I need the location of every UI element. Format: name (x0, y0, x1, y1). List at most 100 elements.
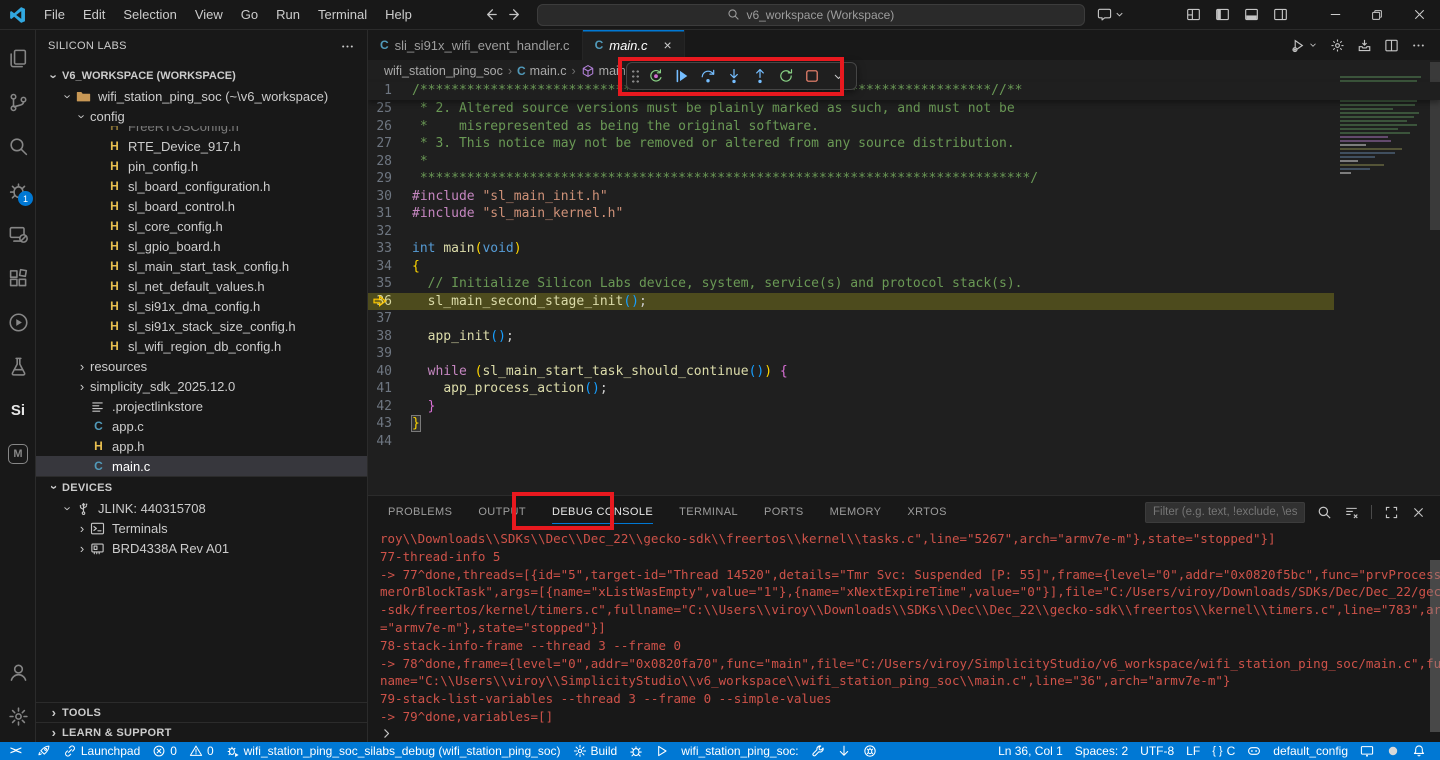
debug-restart-icon[interactable] (774, 64, 798, 88)
tree-item-resources[interactable]: ›resources (36, 356, 367, 376)
split-editor-icon[interactable] (1384, 38, 1399, 53)
panel-scrollbar[interactable] (1430, 560, 1440, 732)
tree-item-sl-si91x-stack-size-config-h[interactable]: Hsl_si91x_stack_size_config.h (36, 316, 367, 336)
breadcrumb-main.c[interactable]: Cmain.c (517, 64, 567, 78)
tree-item-v6-workspace-workspace[interactable]: ›V6_WORKSPACE (WORKSPACE) (36, 66, 367, 86)
command-center-search[interactable]: v6_workspace (Workspace) (537, 4, 1085, 26)
tree-item-pin-config-h[interactable]: Hpin_config.h (36, 156, 367, 176)
panel-search-icon[interactable] (1317, 505, 1332, 520)
tree-item-simplicity-sdk-2025-12-0[interactable]: ›simplicity_sdk_2025.12.0 (36, 376, 367, 396)
toggle-sidebar-icon[interactable] (1215, 7, 1230, 22)
source-control-icon[interactable] (0, 80, 36, 124)
console-prompt-icon[interactable] (380, 727, 393, 740)
screencast-item[interactable] (1354, 742, 1380, 760)
eol[interactable]: LF (1180, 742, 1206, 760)
customize-layout-icon[interactable] (1186, 7, 1201, 22)
tree-item-app-h[interactable]: Happ.h (36, 436, 367, 456)
accounts-icon[interactable] (0, 650, 36, 694)
toggle-panel-icon[interactable] (1244, 7, 1259, 22)
panel-tab-xrtos[interactable]: XRTOS (907, 496, 947, 528)
launchpad-item[interactable]: Launchpad (57, 742, 146, 760)
close-tab-icon[interactable]: × (664, 37, 672, 53)
errors-item[interactable]: 0 (146, 742, 183, 760)
remote-explorer-icon[interactable] (0, 212, 36, 256)
search-icon[interactable] (0, 124, 36, 168)
tree-item-sl-core-config-h[interactable]: Hsl_core_config.h (36, 216, 367, 236)
menu-run[interactable]: Run (267, 7, 309, 22)
silicon-labs-icon[interactable]: Si (0, 388, 36, 432)
sidebar-section-tools[interactable]: ›TOOLS (36, 702, 367, 722)
notifications-bell[interactable] (1406, 742, 1432, 760)
encoding[interactable]: UTF-8 (1134, 742, 1180, 760)
sidebar-more-icon[interactable] (340, 39, 355, 54)
console-filter-input[interactable] (1145, 502, 1305, 523)
tab-sli_si91x_wifi_event_handler.c[interactable]: Csli_si91x_wifi_event_handler.c (368, 30, 583, 60)
debug-config-item[interactable]: wifi_station_ping_soc_silabs_debug (wifi… (220, 742, 567, 760)
menu-edit[interactable]: Edit (74, 7, 114, 22)
menu-terminal[interactable]: Terminal (309, 7, 376, 22)
tree-item-config[interactable]: ›config (36, 106, 367, 126)
panel-tab-debug-console[interactable]: DEBUG CONSOLE (552, 496, 653, 528)
run-circle-icon[interactable] (0, 300, 36, 344)
tree-item-freertosconfig-h[interactable]: HFreeRTOSConfig.h (36, 126, 367, 136)
tree-item-rte-device-917-h[interactable]: HRTE_Device_917.h (36, 136, 367, 156)
toolbar-drag-handle[interactable] (631, 69, 640, 83)
maximize-panel-icon[interactable] (1384, 505, 1399, 520)
tree-item-main-c[interactable]: Cmain.c (36, 456, 367, 476)
window-restore-icon[interactable] (1356, 0, 1398, 29)
config-item[interactable]: default_config (1267, 742, 1354, 760)
debug-reset-icon[interactable] (644, 64, 668, 88)
tree-item-sl-gpio-board-h[interactable]: Hsl_gpio_board.h (36, 236, 367, 256)
remote-indicator[interactable]: >< (0, 742, 31, 760)
breadcrumb-wifi_station_ping_soc[interactable]: wifi_station_ping_soc (384, 64, 503, 78)
nav-back-icon[interactable] (483, 7, 498, 22)
debug-step-over-icon[interactable] (696, 64, 720, 88)
tree-item-app-c[interactable]: Capp.c (36, 416, 367, 436)
tree-item-sl-board-configuration-h[interactable]: Hsl_board_configuration.h (36, 176, 367, 196)
tree-item-sl-si91x-dma-config-h[interactable]: Hsl_si91x_dma_config.h (36, 296, 367, 316)
extensions-icon[interactable] (0, 256, 36, 300)
flash-download-item[interactable] (831, 742, 857, 760)
panel-tab-problems[interactable]: PROBLEMS (388, 496, 452, 528)
status-dot[interactable] (1380, 742, 1406, 760)
language-mode[interactable]: { }C (1206, 742, 1241, 760)
launchpad-rocket-icon[interactable] (31, 742, 57, 760)
run-item[interactable] (649, 742, 675, 760)
window-minimize-icon[interactable] (1314, 0, 1356, 29)
run-debug-icon[interactable]: 1 (0, 168, 36, 212)
menu-view[interactable]: View (186, 7, 232, 22)
debug-stop-icon[interactable] (800, 64, 824, 88)
minimap[interactable] (1340, 76, 1428, 266)
flash-download-icon[interactable] (1357, 38, 1372, 53)
clear-console-icon[interactable] (1344, 505, 1359, 520)
debug-continue-icon[interactable] (670, 64, 694, 88)
run-or-debug-icon[interactable] (1291, 38, 1318, 53)
project-item[interactable]: wifi_station_ping_soc: (675, 742, 804, 760)
debug-step-out-icon[interactable] (748, 64, 772, 88)
tree-item-jlink-440315708[interactable]: ›JLINK: 440315708 (36, 498, 367, 518)
warnings-item[interactable]: 0 (183, 742, 220, 760)
settings-gear-icon[interactable] (0, 694, 36, 738)
editor-more-icon[interactable] (1411, 38, 1426, 53)
indentation[interactable]: Spaces: 2 (1069, 742, 1134, 760)
toggle-secondary-sidebar-icon[interactable] (1273, 7, 1288, 22)
panel-tab-ports[interactable]: PORTS (764, 496, 804, 528)
bug-item[interactable] (623, 742, 649, 760)
tree-item-wifi-station-ping-soc-v6-workspace[interactable]: ›wifi_station_ping_soc (~\v6_workspace) (36, 86, 367, 106)
tree-item-projectlinkstore[interactable]: .projectlinkstore (36, 396, 367, 416)
sidebar-section-learn-support[interactable]: ›LEARN & SUPPORT (36, 722, 367, 742)
menu-selection[interactable]: Selection (114, 7, 185, 22)
build-item[interactable]: Build (567, 742, 624, 760)
copilot-chat-icon[interactable] (1097, 7, 1125, 22)
breadcrumb-main[interactable]: main (581, 64, 626, 78)
nav-forward-icon[interactable] (508, 7, 523, 22)
copilot-status[interactable] (1241, 742, 1267, 760)
window-close-icon[interactable] (1398, 0, 1440, 29)
debug-console-output[interactable]: roy\\Downloads\\SDKs\\Dec\\Dec_22\\gecko… (368, 528, 1440, 725)
menu-help[interactable]: Help (376, 7, 421, 22)
tab-main.c[interactable]: Cmain.c× (583, 30, 685, 60)
close-panel-icon[interactable] (1411, 505, 1426, 520)
tree-item-sl-board-control-h[interactable]: Hsl_board_control.h (36, 196, 367, 216)
cursor-position[interactable]: Ln 36, Col 1 (992, 742, 1069, 760)
debug-step-into-icon[interactable] (722, 64, 746, 88)
